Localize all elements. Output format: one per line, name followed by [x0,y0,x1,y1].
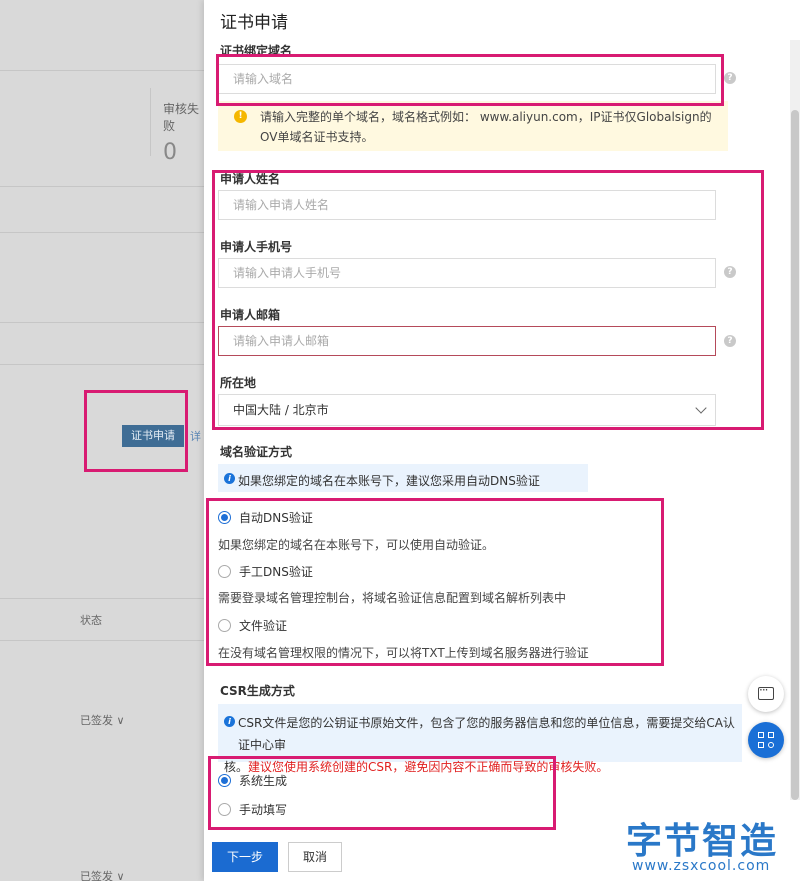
highlight-box [212,170,764,430]
warning-icon: ! [234,110,247,123]
certificate-apply-drawer: 证书申请 证书绑定域名 请输入域名 ? ! 请输入完整的单个域名，域名格式例如：… [204,0,800,881]
divider [0,598,210,599]
csr-label: CSR生成方式 [220,684,295,698]
highlight-box [206,498,664,666]
divider [0,186,210,187]
warning-text-line1: 请输入完整的单个域名，域名格式例如： www.aliyun.com，IP证书仅G… [260,110,712,124]
row-status[interactable]: 已签发 ∨ [80,712,125,728]
info-icon: i [224,716,235,727]
apps-icon[interactable] [748,722,784,758]
warning-text-line2: OV单域名证书支持。 [260,130,374,144]
next-button[interactable]: 下一步 [212,842,278,872]
stat-card-failed: 审核失败 0 [150,88,210,165]
bg-detail-link[interactable]: 详 [190,428,201,444]
divider [0,70,210,71]
verification-info-text: 如果您绑定的域名在本账号下，建议您采用自动DNS验证 [238,474,540,488]
row-status[interactable]: 已签发 ∨ [80,868,125,881]
domain-warning: ! 请输入完整的单个域名，域名格式例如： www.aliyun.com，IP证书… [218,101,728,151]
divider [0,364,210,365]
drawer-title: 证书申请 [220,13,288,33]
scrollbar-thumb[interactable] [791,110,799,800]
highlight-box [216,54,724,106]
verification-label: 域名验证方式 [220,445,293,459]
column-header-status: 状态 [80,614,102,627]
csr-info: i CSR文件是您的公钥证书原始文件，包含了您的服务器信息和您的单位信息，需要提… [218,704,742,774]
cancel-button[interactable]: 取消 [288,842,342,872]
highlight-box [84,390,188,472]
help-icon[interactable]: ? [724,72,736,84]
info-icon: i [224,473,235,484]
chat-icon[interactable] [748,676,784,712]
divider [0,232,210,233]
stat-card-label: 审核失败 [163,102,200,133]
watermark-url: www.zsxcool.com [632,858,771,874]
highlight-box [208,756,556,830]
verification-info: i 如果您绑定的域名在本账号下，建议您采用自动DNS验证 [218,464,588,492]
divider [0,640,210,641]
csr-info-line1: CSR文件是您的公钥证书原始文件，包含了您的服务器信息和您的单位信息，需要提交给… [238,716,735,752]
stat-card-value: 0 [163,140,177,165]
watermark-logo: 字节智造 [626,821,779,862]
divider [0,322,210,323]
